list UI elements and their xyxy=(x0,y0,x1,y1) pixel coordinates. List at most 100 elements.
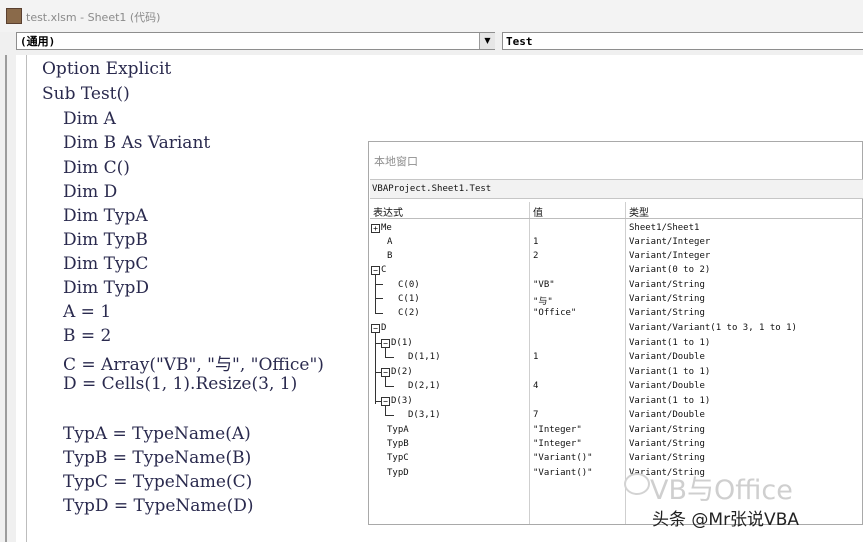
tree-connector xyxy=(375,284,383,285)
local-type: Variant(1 to 1) xyxy=(629,396,711,406)
local-type: Variant/Integer xyxy=(629,251,711,261)
column-header-value[interactable]: 值 xyxy=(533,204,543,219)
local-expression[interactable]: B xyxy=(387,251,392,261)
code-line[interactable]: Dim TypB xyxy=(63,230,148,250)
local-value[interactable]: "Integer" xyxy=(533,439,582,449)
code-line[interactable]: Dim B As Variant xyxy=(63,133,210,153)
tree-connector xyxy=(385,415,394,416)
tree-connector xyxy=(376,343,381,344)
tree-connector xyxy=(385,386,394,387)
code-line[interactable]: B = 2 xyxy=(63,326,111,346)
local-expression[interactable]: C xyxy=(381,265,386,275)
tree-connector xyxy=(375,313,383,314)
local-type: Variant(0 to 2) xyxy=(629,265,711,275)
local-type: Variant/Double xyxy=(629,381,705,391)
tree-connector xyxy=(376,372,381,373)
object-combo[interactable]: (通用) xyxy=(16,32,495,50)
code-line[interactable]: Dim TypD xyxy=(63,278,149,298)
code-line[interactable]: Dim C() xyxy=(63,158,130,178)
local-value[interactable]: "Office" xyxy=(533,308,576,318)
local-type: Variant/String xyxy=(629,294,705,304)
app-icon xyxy=(6,8,22,24)
code-line[interactable]: Dim TypC xyxy=(63,254,148,274)
local-type: Variant/String xyxy=(629,425,705,435)
local-expression[interactable]: Me xyxy=(381,223,392,233)
local-expression[interactable]: TypA xyxy=(387,425,409,435)
code-line[interactable]: TypA = TypeName(A) xyxy=(63,424,251,444)
local-value[interactable]: 2 xyxy=(533,251,538,261)
local-expression[interactable]: D(2) xyxy=(391,367,413,377)
code-line[interactable]: TypB = TypeName(B) xyxy=(63,448,251,468)
watermark-text: VB与Office xyxy=(650,475,793,506)
code-line[interactable]: Dim A xyxy=(63,109,116,129)
local-expression[interactable]: C(0) xyxy=(398,280,420,290)
tree-connector xyxy=(385,357,394,358)
code-line[interactable]: TypD = TypeName(D) xyxy=(63,496,253,516)
collapse-minus-icon[interactable]: − xyxy=(381,339,390,348)
local-expression[interactable]: TypC xyxy=(387,453,409,463)
chevron-down-icon[interactable]: ▼ xyxy=(479,33,495,49)
local-value[interactable]: "VB" xyxy=(533,280,555,290)
header-divider xyxy=(370,218,863,219)
local-type: Variant(1 to 1) xyxy=(629,338,711,348)
local-expression[interactable]: C(2) xyxy=(398,308,420,318)
code-line[interactable]: Option Explicit xyxy=(42,59,171,79)
window-title: test.xlsm - Sheet1 (代码) xyxy=(26,11,161,24)
local-type: Variant(1 to 1) xyxy=(629,367,711,377)
local-expression[interactable]: D(1,1) xyxy=(408,352,441,362)
local-expression[interactable]: A xyxy=(387,237,392,247)
local-expression[interactable]: TypB xyxy=(387,439,409,449)
local-value[interactable]: "Integer" xyxy=(533,425,582,435)
local-expression[interactable]: D(1) xyxy=(391,338,413,348)
local-value[interactable]: "Variant()" xyxy=(533,453,593,463)
local-expression[interactable]: D(2,1) xyxy=(408,381,441,391)
tree-connector xyxy=(376,401,381,402)
expand-plus-icon[interactable]: + xyxy=(371,224,380,233)
collapse-minus-icon[interactable]: − xyxy=(381,368,390,377)
local-value[interactable]: 1 xyxy=(533,352,538,362)
local-expression[interactable]: D(3) xyxy=(391,396,413,406)
code-line[interactable]: TypC = TypeName(C) xyxy=(63,472,252,492)
local-value[interactable]: 4 xyxy=(533,381,538,391)
local-type: Sheet1/Sheet1 xyxy=(629,223,700,233)
locals-window-title: 本地窗口 xyxy=(374,155,418,168)
collapse-minus-icon[interactable]: − xyxy=(371,266,380,275)
procedure-combo[interactable]: Test xyxy=(502,32,863,50)
local-value[interactable]: 7 xyxy=(533,410,538,420)
code-line[interactable]: C = Array("VB", "与", "Office") xyxy=(63,350,324,375)
local-type: Variant/Variant(1 to 3, 1 to 1) xyxy=(629,323,797,333)
local-type: Variant/String xyxy=(629,439,705,449)
code-line[interactable]: D = Cells(1, 1).Resize(3, 1) xyxy=(63,374,297,394)
code-line[interactable]: Dim D xyxy=(63,182,117,202)
column-divider xyxy=(625,202,626,524)
local-type: Variant/String xyxy=(629,280,705,290)
local-expression[interactable]: TypD xyxy=(387,468,409,478)
locals-context[interactable]: VBAProject.Sheet1.Test xyxy=(370,179,863,199)
column-divider xyxy=(529,202,530,524)
local-value[interactable]: "Variant()" xyxy=(533,468,593,478)
local-type: Variant/Integer xyxy=(629,237,711,247)
title-bar: test.xlsm - Sheet1 (代码) xyxy=(0,0,863,32)
local-expression[interactable]: D xyxy=(381,323,386,333)
editor-margin xyxy=(16,55,27,542)
watermark-logo-icon xyxy=(624,473,650,495)
tree-connector xyxy=(375,275,376,314)
collapse-minus-icon[interactable]: − xyxy=(371,324,380,333)
column-header-expression[interactable]: 表达式 xyxy=(373,204,403,219)
code-line[interactable]: A = 1 xyxy=(63,302,111,322)
tree-connector xyxy=(375,298,383,299)
local-type: Variant/Double xyxy=(629,352,705,362)
local-type: Variant/Double xyxy=(629,410,705,420)
local-value[interactable]: "与" xyxy=(533,294,553,307)
code-line[interactable]: Dim TypA xyxy=(63,206,148,226)
local-type: Variant/String xyxy=(629,453,705,463)
collapse-minus-icon[interactable]: − xyxy=(381,397,390,406)
code-line[interactable]: Sub Test() xyxy=(42,84,130,104)
local-value[interactable]: 1 xyxy=(533,237,538,247)
local-type: Variant/String xyxy=(629,308,705,318)
editor-frame xyxy=(5,55,7,542)
credit-text: 头条 @Mr张说VBA xyxy=(652,510,799,530)
local-expression[interactable]: C(1) xyxy=(398,294,420,304)
column-header-type[interactable]: 类型 xyxy=(629,204,649,219)
local-expression[interactable]: D(3,1) xyxy=(408,410,441,420)
